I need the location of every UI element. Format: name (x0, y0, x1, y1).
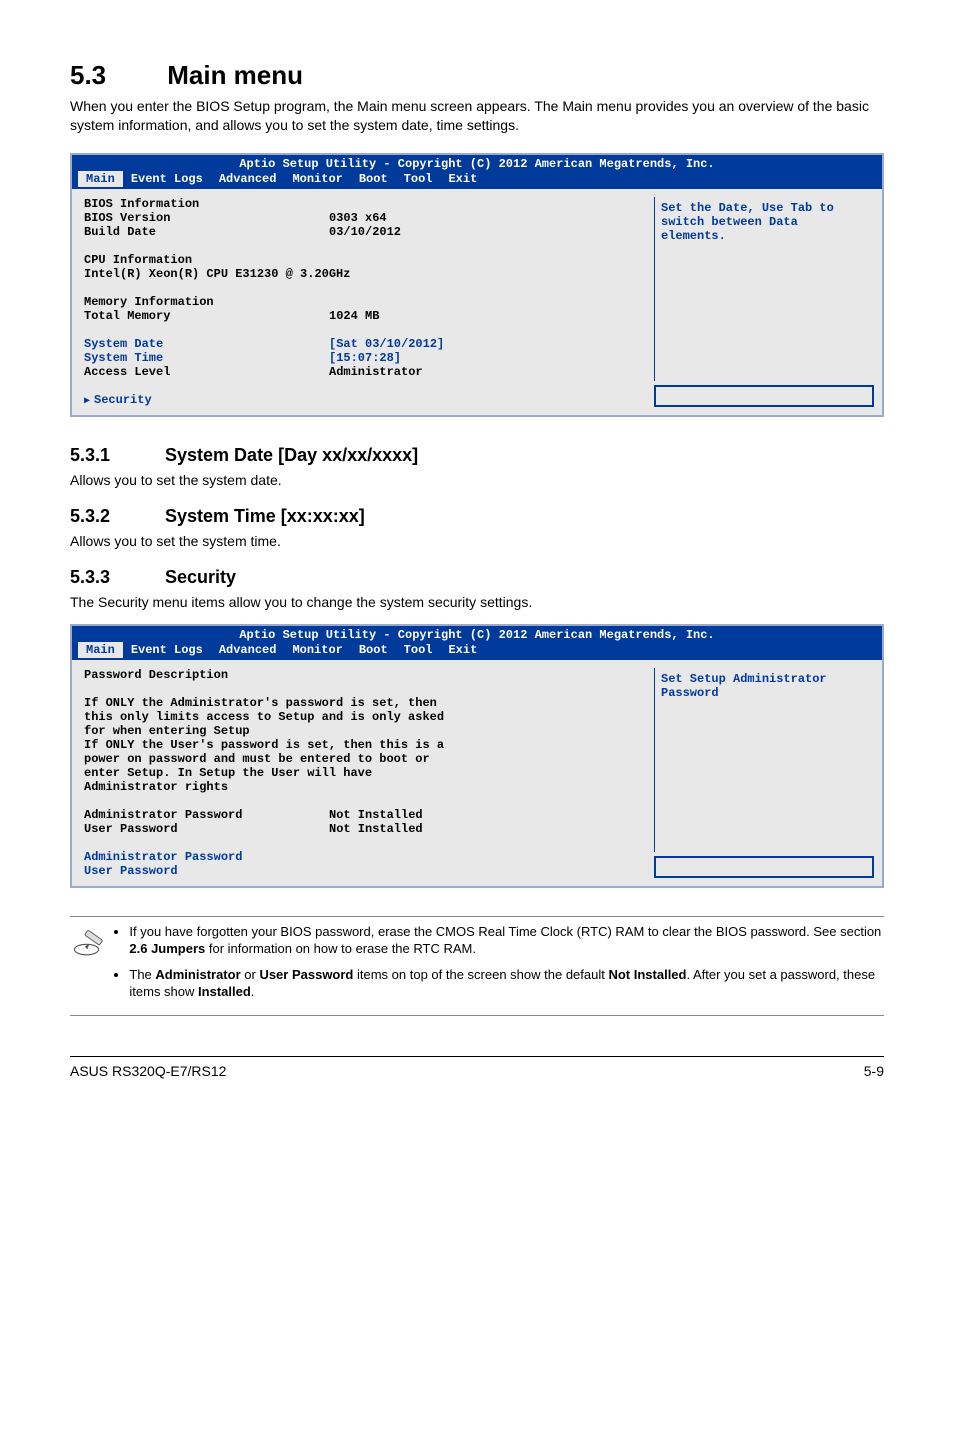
subsection-title: System Date [Day xx/xx/xxxx] (165, 445, 418, 465)
section-title: Main menu (167, 60, 303, 90)
bios-version-value: 0303 x64 (329, 211, 387, 225)
bios-help-text: Set the Date, Use Tab to switch between … (654, 197, 874, 381)
pencil-icon (70, 923, 111, 957)
bios-tab-advanced[interactable]: Advanced (211, 642, 285, 658)
subsection-heading: 5.3.1 System Date [Day xx/xx/xxxx] (70, 445, 884, 466)
total-memory-value: 1024 MB (329, 309, 379, 323)
section-heading: 5.3 Main menu (70, 60, 884, 91)
page-footer: ASUS RS320Q-E7/RS12 5-9 (70, 1056, 884, 1079)
bios-tab-advanced[interactable]: Advanced (211, 171, 285, 187)
bios-screenshot-security: Aptio Setup Utility - Copyright (C) 2012… (70, 624, 884, 888)
subsection-heading: 5.3.3 Security (70, 567, 884, 588)
subsection-number: 5.3.1 (70, 445, 160, 466)
note-bold: 2.6 Jumpers (129, 941, 205, 956)
security-submenu[interactable]: Security (84, 393, 636, 407)
system-date-label: System Date (84, 337, 329, 351)
system-time-label: System Time (84, 351, 329, 365)
bios-builddate-label: Build Date (84, 225, 329, 239)
bios-help-pane: Set Setup Administrator Password (646, 660, 882, 886)
bios-tab-exit[interactable]: Exit (440, 171, 485, 187)
cpu-info-line: Intel(R) Xeon(R) CPU E31230 @ 3.20GHz (84, 267, 636, 281)
bios-tab-monitor[interactable]: Monitor (284, 642, 350, 658)
note-text: If you have forgotten your BIOS password… (129, 924, 881, 939)
bios-tab-monitor[interactable]: Monitor (284, 171, 350, 187)
bios-help-text: Set Setup Administrator Password (654, 668, 874, 852)
bios-tab-tool[interactable]: Tool (396, 171, 441, 187)
password-desc-header: Password Description (84, 668, 636, 682)
note-text: for information on how to erase the RTC … (205, 941, 476, 956)
note-bold: Administrator (155, 967, 240, 982)
bios-screenshot-main: Aptio Setup Utility - Copyright (C) 2012… (70, 153, 884, 417)
note-text: . (251, 984, 255, 999)
security-submenu-label: Security (94, 393, 152, 407)
system-time-value[interactable]: [15:07:28] (329, 351, 401, 365)
admin-password-label: Administrator Password (84, 808, 329, 822)
bios-tab-boot[interactable]: Boot (351, 171, 396, 187)
note-item: If you have forgotten your BIOS password… (129, 923, 884, 958)
total-memory-label: Total Memory (84, 309, 329, 323)
bios-header-title: Aptio Setup Utility - Copyright (C) 2012… (78, 628, 876, 642)
password-desc-text: If ONLY the Administrator's password is … (84, 696, 464, 794)
subsection-title: Security (165, 567, 236, 587)
bios-left-pane: BIOS Information BIOS Version0303 x64 Bu… (72, 189, 646, 415)
bios-help-footer (654, 385, 874, 407)
bios-builddate-value: 03/10/2012 (329, 225, 401, 239)
subsection-body: Allows you to set the system date. (70, 472, 884, 488)
bios-header: Aptio Setup Utility - Copyright (C) 2012… (72, 155, 882, 189)
bios-tab-bar: Main Event Logs Advanced Monitor Boot To… (78, 642, 876, 658)
note-item: The Administrator or User Password items… (129, 966, 884, 1001)
access-level-value: Administrator (329, 365, 423, 379)
note-bold: User Password (259, 967, 353, 982)
admin-password-link[interactable]: Administrator Password (84, 850, 636, 864)
bios-header-title: Aptio Setup Utility - Copyright (C) 2012… (78, 157, 876, 171)
note-bold: Installed (198, 984, 251, 999)
section-intro: When you enter the BIOS Setup program, t… (70, 97, 884, 135)
note-text: The (129, 967, 155, 982)
bios-info-header: BIOS Information (84, 197, 636, 211)
bios-tab-eventlogs[interactable]: Event Logs (123, 171, 211, 187)
cpu-info-header: CPU Information (84, 253, 636, 267)
bios-header: Aptio Setup Utility - Copyright (C) 2012… (72, 626, 882, 660)
bios-help-footer (654, 856, 874, 878)
bios-tab-boot[interactable]: Boot (351, 642, 396, 658)
bios-tab-main[interactable]: Main (78, 642, 123, 658)
subsection-number: 5.3.2 (70, 506, 160, 527)
footer-left: ASUS RS320Q-E7/RS12 (70, 1063, 226, 1079)
note-box: If you have forgotten your BIOS password… (70, 916, 884, 1016)
bios-tab-exit[interactable]: Exit (440, 642, 485, 658)
subsection-number: 5.3.3 (70, 567, 160, 588)
admin-password-value: Not Installed (329, 808, 423, 822)
system-date-value[interactable]: [Sat 03/10/2012] (329, 337, 444, 351)
bios-version-label: BIOS Version (84, 211, 329, 225)
note-text: items on top of the screen show the defa… (353, 967, 608, 982)
user-password-label: User Password (84, 822, 329, 836)
bios-tab-eventlogs[interactable]: Event Logs (123, 642, 211, 658)
bios-left-pane: Password Description If ONLY the Adminis… (72, 660, 646, 886)
subsection-title: System Time [xx:xx:xx] (165, 506, 365, 526)
bios-tab-bar: Main Event Logs Advanced Monitor Boot To… (78, 171, 876, 187)
user-password-link[interactable]: User Password (84, 864, 636, 878)
bios-tab-tool[interactable]: Tool (396, 642, 441, 658)
section-number: 5.3 (70, 60, 160, 91)
note-text: or (241, 967, 260, 982)
access-level-label: Access Level (84, 365, 329, 379)
user-password-value: Not Installed (329, 822, 423, 836)
subsection-body: The Security menu items allow you to cha… (70, 594, 884, 610)
bios-tab-main[interactable]: Main (78, 171, 123, 187)
mem-info-header: Memory Information (84, 295, 636, 309)
footer-right: 5-9 (864, 1063, 884, 1079)
note-bold: Not Installed (608, 967, 686, 982)
note-body: If you have forgotten your BIOS password… (111, 923, 884, 1009)
subsection-body: Allows you to set the system time. (70, 533, 884, 549)
bios-help-pane: Set the Date, Use Tab to switch between … (646, 189, 882, 415)
subsection-heading: 5.3.2 System Time [xx:xx:xx] (70, 506, 884, 527)
